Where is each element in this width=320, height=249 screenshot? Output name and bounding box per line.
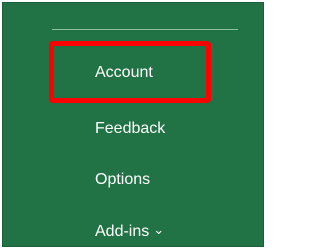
menu-item-label: Options [95, 171, 151, 188]
screenshot-frame: Account Feedback Options Add-ins ⌄ [0, 0, 266, 249]
chevron-down-icon: ⌄ [153, 222, 165, 237]
backstage-nav-panel: Account Feedback Options Add-ins ⌄ [2, 2, 264, 247]
menu-item-feedback[interactable]: Feedback [95, 119, 165, 139]
menu-item-account[interactable]: Account [95, 63, 153, 83]
menu-item-label: Account [95, 64, 153, 81]
menu-item-label: Feedback [95, 120, 166, 137]
menu-separator [52, 29, 238, 30]
menu-item-options[interactable]: Options [95, 170, 150, 190]
menu-item-add-ins[interactable]: Add-ins ⌄ [95, 222, 164, 242]
menu-item-label: Add-ins [95, 223, 150, 240]
